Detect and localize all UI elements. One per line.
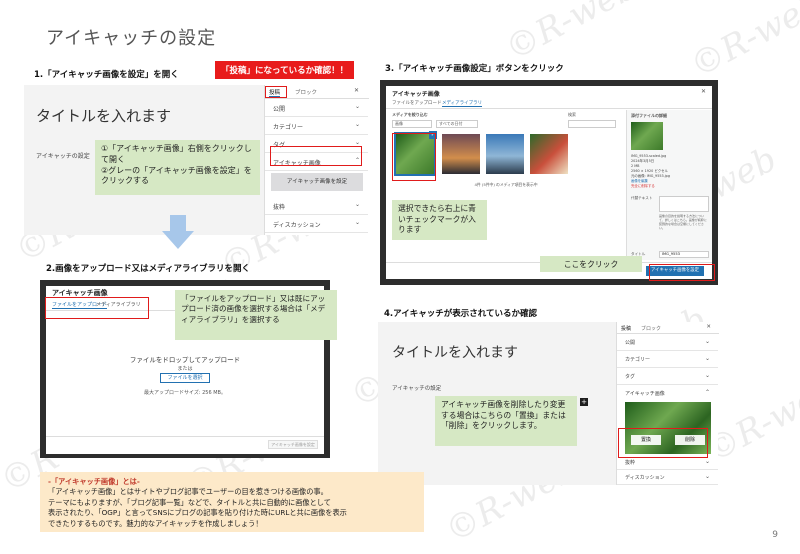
sidebar-row-excerpt[interactable]: 抜粋 ⌄ xyxy=(617,456,718,470)
definition-line: テーマにもよりますが、「ブログ記事一覧」などで、タイトルと共に自動的に画像として xyxy=(48,497,331,507)
definition-line: 「アイキャッチ画像」とはサイトやブログ記事でユーザーの目を惹きつける画像の事。 xyxy=(48,487,328,497)
media-count: 4件 (5件中) のメディア項目を表示中 xyxy=(474,182,538,187)
down-arrow-icon xyxy=(162,215,194,249)
sidebar-row-publish[interactable]: 公開 ⌄ xyxy=(265,99,368,117)
step3-heading: 3.「アイキャッチ画像設定」ボタンをクリック xyxy=(385,64,564,74)
chevron-up-icon: ⌃ xyxy=(704,389,710,396)
tab-post[interactable]: 投稿 xyxy=(621,325,631,332)
watermark: ©R-web xyxy=(498,0,644,70)
sidebar-row-tags[interactable]: タグ ⌄ xyxy=(617,368,718,385)
tab-upload-files[interactable]: ファイルをアップロード xyxy=(392,100,442,106)
step3-note-checkmark: 選択できたら右上に青いチェックマークが入ります xyxy=(392,200,487,240)
highlight-eyecatch-row xyxy=(270,146,362,166)
tab-block[interactable]: ブロック xyxy=(295,88,317,96)
eyecatch-section-label: アイキャッチの設定 xyxy=(392,386,442,392)
page-number: 9 xyxy=(772,530,778,540)
alt-text-help: 画像の目的を説明する方法について、詳しくはこちら。画像が純粋に装飾的な場合は空欄… xyxy=(659,214,707,230)
sidebar-row-excerpt[interactable]: 抜粋 ⌄ xyxy=(265,197,368,215)
close-icon[interactable]: ✕ xyxy=(354,87,359,94)
drop-zone-text: ファイルをドロップしてアップロード xyxy=(129,356,241,364)
sidebar-row-category[interactable]: カテゴリー ⌄ xyxy=(617,351,718,368)
highlight-set-button xyxy=(649,264,715,281)
step2-note: 「ファイルをアップロード」又は既にアップロード済の画像を選択する場合は「メディア… xyxy=(175,290,337,340)
highlight-replace-delete xyxy=(618,428,708,458)
chevron-down-icon: ⌄ xyxy=(354,139,360,146)
sidebar-row-publish[interactable]: 公開 ⌄ xyxy=(617,334,718,351)
check-post-badge: 「投稿」になっているか確認！！ xyxy=(215,61,355,79)
settings-sidebar: 投稿 ブロック ✕ 公開 ⌄ カテゴリー ⌄ タグ ⌄ アイキャッチ画像 ⌃ 置換 削除… xyxy=(616,322,719,485)
tab-media-library[interactable]: メディアライブラリ xyxy=(442,100,483,107)
title-input[interactable]: IMG_9553 xyxy=(659,251,709,258)
set-eyecatch-button[interactable]: アイキャッチ画像を設定 xyxy=(271,173,363,191)
chevron-down-icon: ⌄ xyxy=(354,219,360,226)
definition-line: 表示されたり、「OGP」と言ってSNSにブログの記事を貼り付けた時にURLと共に… xyxy=(48,508,347,518)
sidebar-row-eyecatch[interactable]: アイキャッチ画像 ⌃ xyxy=(617,385,718,402)
step3-note-click-here: ここをクリック xyxy=(540,256,642,272)
step2-heading: 2.画像をアップロード又はメディアライブラリを開く xyxy=(46,264,251,274)
chevron-down-icon: ⌄ xyxy=(704,338,710,345)
attachment-details-panel: 添付ファイルの詳細 IMG_9553-scaled.jpg 2024年3月5日 … xyxy=(626,110,712,260)
set-eyecatch-button-disabled[interactable]: アイキャッチ画像を設定 xyxy=(268,440,318,449)
chevron-down-icon: ⌄ xyxy=(354,121,360,128)
details-meta: IMG_9553-scaled.jpg 2024年3月5日 2 MB 2560 … xyxy=(631,154,711,189)
media-thumbnail[interactable] xyxy=(530,134,568,174)
filter-date-select[interactable]: すべての日付 xyxy=(436,120,478,128)
filter-label: メディアを絞り込む xyxy=(392,112,428,117)
chevron-down-icon: ⌄ xyxy=(704,372,710,379)
media-thumbnail[interactable] xyxy=(442,134,480,174)
step1-heading: 1.「アイキャッチ画像を設定」を開く xyxy=(34,70,179,80)
media-thumbnail[interactable] xyxy=(486,134,524,174)
chevron-down-icon: ⌄ xyxy=(704,355,710,362)
max-upload-size: 最大アップロードサイズ: 256 MB。 xyxy=(143,390,226,396)
post-title[interactable]: タイトルを入れます xyxy=(392,342,518,362)
details-heading: 添付ファイルの詳細 xyxy=(631,113,667,118)
select-files-button[interactable]: ファイルを選択 xyxy=(160,373,210,383)
close-icon[interactable]: ✕ xyxy=(701,88,706,95)
watermark: ©R-web xyxy=(683,0,800,87)
chevron-down-icon: ⌄ xyxy=(354,103,360,110)
step1-note: ①「アイキャッチ画像」右側をクリックして開く ②グレーの「アイキャッチ画像を設定… xyxy=(95,140,260,195)
eyecatch-section-label: アイキャッチの設定 xyxy=(36,153,90,160)
sidebar-row-discussion[interactable]: ディスカッション ⌄ xyxy=(265,215,368,233)
chevron-down-icon: ⌄ xyxy=(704,473,710,480)
search-input[interactable] xyxy=(568,120,616,128)
definition-line: できたりするものです。魅力的なアイキャッチを作成しましょう！ xyxy=(48,518,263,528)
post-title[interactable]: タイトルを入れます xyxy=(36,105,171,126)
media-modal: アイキャッチ画像 ✕ ファイルをアップロード メディアライブラリ メディアを絞り… xyxy=(386,86,712,279)
highlight-post-tab xyxy=(265,86,287,98)
tab-block[interactable]: ブロック xyxy=(641,325,661,332)
step4-note: アイキャッチ画像を削除したり変更する場合はこちらの「置換」または「削除」をクリッ… xyxy=(435,396,577,446)
details-preview-image xyxy=(631,122,663,150)
modal-title: アイキャッチ画像 xyxy=(392,91,440,98)
alt-text-input[interactable] xyxy=(659,196,709,212)
step3-screenshot: アイキャッチ画像 ✕ ファイルをアップロード メディアライブラリ メディアを絞り… xyxy=(380,80,718,285)
chevron-down-icon: ⌄ xyxy=(354,201,360,208)
step4-heading: 4.アイキャッチが表示されているか確認 xyxy=(384,309,537,319)
filter-type-select[interactable]: 画像 xyxy=(392,120,432,128)
highlight-selected-thumbnail xyxy=(392,133,436,181)
sidebar-row-discussion[interactable]: ディスカッション ⌄ xyxy=(617,470,718,485)
highlight-upload-tabs xyxy=(45,297,149,319)
add-block-icon[interactable]: + xyxy=(580,398,588,406)
alt-text-label: 代替テキスト xyxy=(631,196,653,200)
chevron-down-icon: ⌄ xyxy=(704,458,710,465)
definition-title: -「アイキャッチ画像」とは- xyxy=(48,477,140,486)
sidebar-row-category[interactable]: カテゴリー ⌄ xyxy=(265,117,368,135)
eyecatch-definition: -「アイキャッチ画像」とは- 「アイキャッチ画像」とはサイトやブログ記事でユーザ… xyxy=(40,472,424,532)
or-text: または xyxy=(177,366,193,372)
page-title: アイキャッチの設定 xyxy=(46,28,217,49)
delete-permanently-link[interactable]: 完全に削除する xyxy=(631,184,711,189)
search-label: 検索 xyxy=(568,112,576,117)
close-icon[interactable]: ✕ xyxy=(706,324,711,330)
